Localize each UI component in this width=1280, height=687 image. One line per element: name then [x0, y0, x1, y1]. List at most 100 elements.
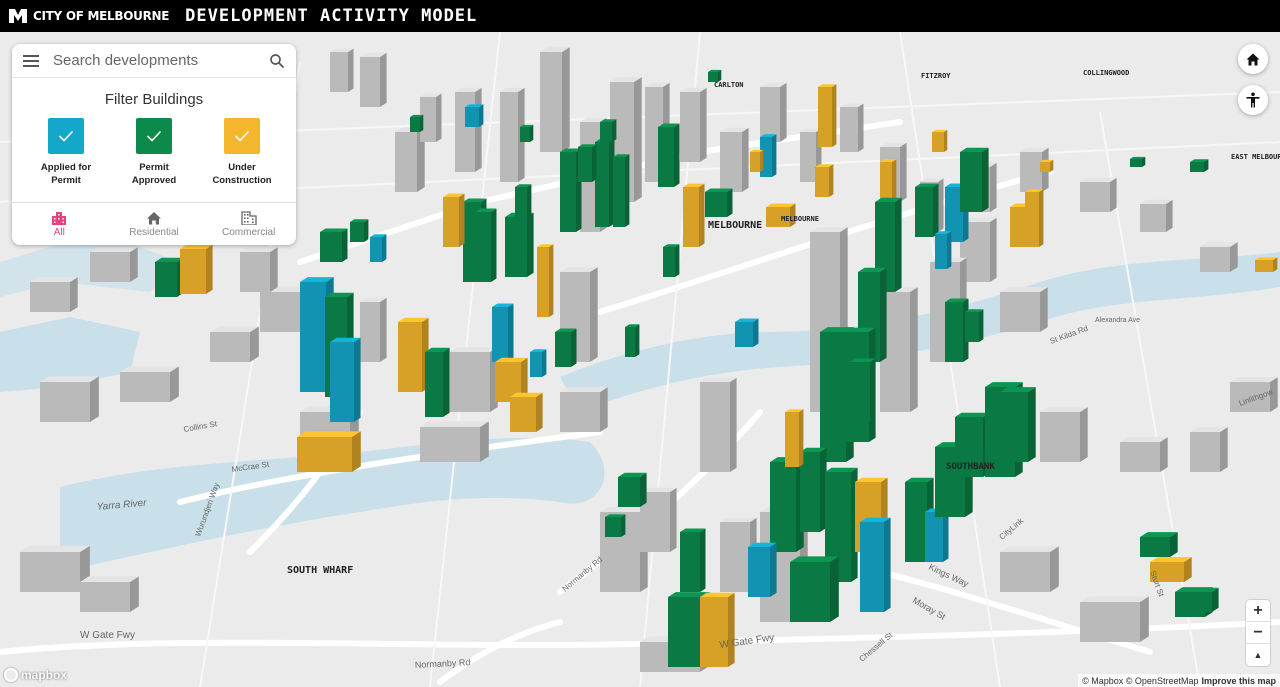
development-approved-building[interactable] [555, 328, 577, 368]
development-approved-building[interactable] [320, 228, 348, 263]
search-input[interactable] [53, 52, 268, 69]
melbourne-m-icon [9, 9, 27, 23]
development-approved-building[interactable] [1190, 159, 1209, 172]
tab-all[interactable]: All [12, 203, 107, 245]
zoom-in-button[interactable]: + [1246, 600, 1270, 622]
development-approved-building[interactable] [613, 154, 630, 227]
development-approved-building[interactable] [945, 298, 969, 363]
existing-building [1080, 596, 1149, 642]
city-of-melbourne-logo[interactable]: CITY OF MELBOURNE [9, 9, 169, 23]
existing-building [560, 387, 608, 432]
development-applied-building[interactable] [492, 303, 514, 363]
filter-under-construction[interactable]: Under Construction [202, 118, 282, 187]
development-approved-building[interactable] [790, 556, 839, 622]
place-label-carlton: CARLTON [714, 81, 744, 89]
development-applied-building[interactable] [530, 349, 547, 377]
development-construction-building[interactable] [297, 431, 361, 472]
development-applied-building[interactable] [748, 542, 777, 597]
compass-icon: ▲ [1253, 650, 1263, 660]
development-applied-building[interactable] [330, 337, 361, 422]
development-construction-building[interactable] [510, 392, 543, 432]
hamburger-menu-icon[interactable] [23, 54, 39, 67]
development-construction-building[interactable] [180, 244, 213, 294]
development-construction-building[interactable] [1025, 189, 1044, 247]
existing-building [1120, 437, 1168, 472]
development-construction-building[interactable] [932, 129, 948, 152]
development-construction-building[interactable] [700, 592, 735, 667]
attribution-text[interactable]: © Mapbox © OpenStreetMap [1082, 676, 1198, 686]
development-applied-building[interactable] [935, 231, 952, 269]
development-approved-building[interactable] [680, 528, 706, 593]
existing-building [120, 366, 179, 402]
search-icon[interactable] [268, 52, 286, 70]
development-approved-building[interactable] [1000, 387, 1036, 462]
development-approved-building[interactable] [410, 114, 424, 132]
development-approved-building[interactable] [960, 147, 989, 212]
development-construction-building[interactable] [750, 149, 764, 172]
development-approved-building[interactable] [705, 188, 733, 218]
development-construction-building[interactable] [537, 244, 554, 317]
check-icon [234, 130, 250, 142]
existing-building [240, 247, 278, 292]
mapbox-logo[interactable]: mapbox [4, 668, 67, 682]
improve-map-link[interactable]: Improve this map [1201, 676, 1276, 686]
development-approved-building[interactable] [155, 257, 184, 297]
development-approved-building[interactable] [600, 119, 617, 142]
development-construction-building[interactable] [443, 193, 465, 248]
development-approved-building[interactable] [475, 208, 497, 283]
applied-checkbox[interactable] [48, 118, 84, 154]
development-applied-building[interactable] [735, 318, 759, 348]
development-construction-building[interactable] [815, 164, 834, 197]
development-approved-building[interactable] [605, 514, 626, 537]
development-approved-building[interactable] [770, 457, 804, 552]
development-construction-building[interactable] [398, 317, 429, 392]
development-approved-building[interactable] [1140, 532, 1178, 557]
construction-checkbox[interactable] [224, 118, 260, 154]
development-approved-building[interactable] [1130, 156, 1146, 167]
existing-building [40, 376, 99, 422]
existing-building [360, 297, 387, 362]
development-approved-building[interactable] [425, 347, 450, 417]
development-approved-building[interactable] [625, 324, 640, 357]
development-approved-building[interactable] [800, 447, 827, 532]
existing-building [720, 127, 749, 192]
tab-residential[interactable]: Residential [107, 203, 202, 245]
filter-permit-approved[interactable]: Permit Approved [114, 118, 194, 187]
accessibility-button[interactable] [1238, 85, 1268, 115]
existing-building [330, 48, 354, 92]
development-approved-building[interactable] [595, 138, 615, 228]
home-view-button[interactable] [1238, 44, 1268, 74]
development-construction-building[interactable] [683, 183, 705, 248]
development-approved-building[interactable] [850, 358, 876, 423]
zoom-out-button[interactable]: − [1246, 622, 1270, 644]
development-construction-building[interactable] [818, 84, 837, 147]
development-applied-building[interactable] [860, 517, 891, 612]
filter-title: Filter Buildings [104, 91, 204, 108]
development-applied-building[interactable] [370, 234, 387, 262]
development-construction-building[interactable] [785, 409, 804, 467]
approved-checkbox[interactable] [136, 118, 172, 154]
compass-button[interactable]: ▲ [1246, 644, 1270, 666]
development-approved-building[interactable] [520, 124, 534, 142]
development-approved-building[interactable] [578, 144, 597, 182]
tab-commercial[interactable]: Commercial [201, 203, 296, 245]
development-construction-building[interactable] [1040, 159, 1054, 172]
filter-applied-for-permit[interactable]: Applied for Permit [26, 118, 106, 187]
development-approved-building[interactable] [1190, 587, 1219, 612]
existing-building [450, 347, 498, 412]
development-approved-building[interactable] [663, 244, 680, 277]
filter-panel: Filter Buildings Applied forPermit Permi… [12, 44, 296, 245]
existing-building [700, 377, 737, 472]
filter-label: Under Construction [212, 162, 272, 186]
existing-building [80, 576, 139, 612]
development-approved-building[interactable] [515, 184, 532, 227]
development-applied-building[interactable] [465, 104, 484, 127]
zoom-control: + − ▲ [1246, 600, 1270, 666]
development-approved-building[interactable] [350, 219, 369, 242]
development-approved-building[interactable] [658, 123, 680, 188]
development-approved-building[interactable] [618, 472, 647, 507]
development-approved-building[interactable] [915, 183, 939, 238]
development-construction-building[interactable] [880, 159, 897, 202]
development-approved-building[interactable] [965, 309, 984, 342]
development-construction-building[interactable] [1255, 257, 1278, 272]
